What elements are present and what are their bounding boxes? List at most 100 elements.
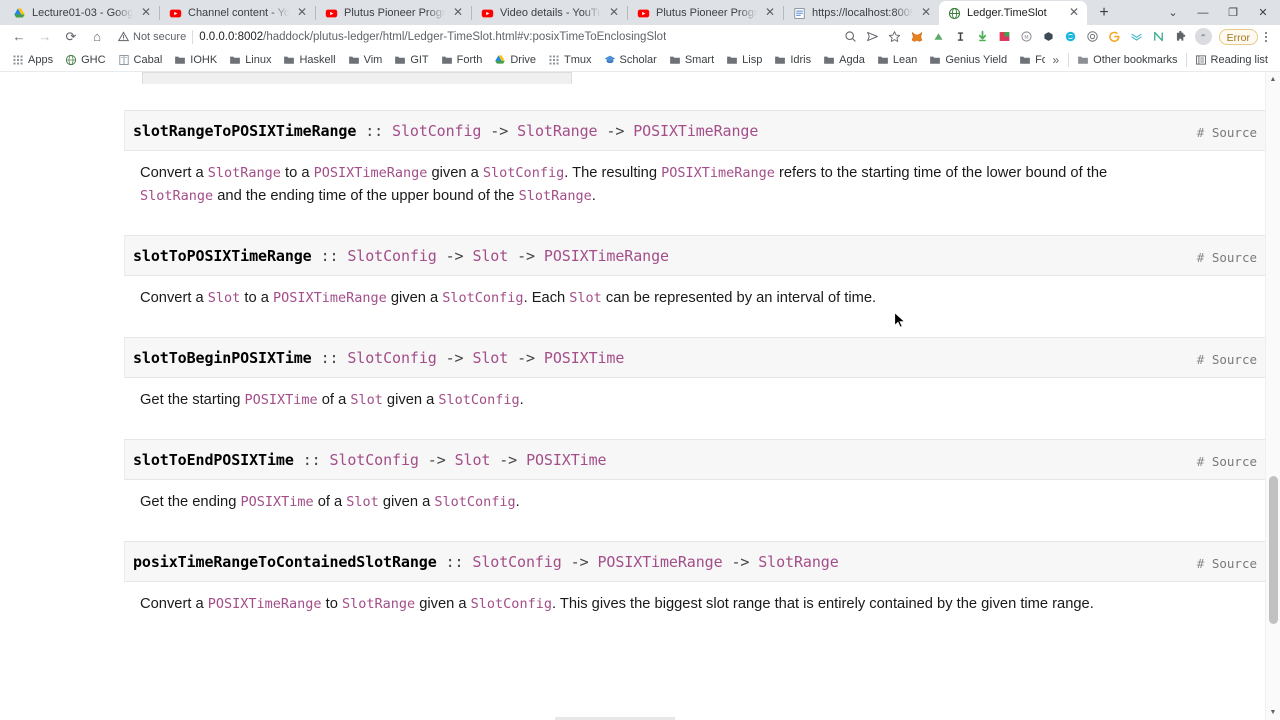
bookmark-item[interactable]: Lean xyxy=(871,52,923,68)
nami-icon[interactable] xyxy=(994,27,1016,47)
chrome-menu-button[interactable] xyxy=(1258,32,1274,42)
browser-tab[interactable]: Plutus Pioneer Program✕ xyxy=(628,1,783,25)
bookmark-item[interactable]: Tmux xyxy=(542,52,598,68)
type-link[interactable]: SlotConfig xyxy=(472,553,561,571)
inline-type-link[interactable]: SlotConfig xyxy=(442,290,523,306)
scroll-down-arrow[interactable]: ▼ xyxy=(1266,705,1280,720)
inline-type-link[interactable]: SlotRange xyxy=(208,165,281,181)
error-badge[interactable]: Error xyxy=(1219,29,1258,45)
tab-close-button[interactable]: ✕ xyxy=(763,6,777,20)
inline-type-link[interactable]: POSIXTime xyxy=(245,392,318,408)
type-link[interactable]: Slot xyxy=(455,451,491,469)
bookmark-item[interactable]: IOHK xyxy=(168,52,223,68)
browser-tab[interactable]: Plutus Pioneer Program✕ xyxy=(316,1,471,25)
extensions-puzzle-icon[interactable] xyxy=(1170,27,1192,47)
grammarly-icon[interactable] xyxy=(1104,27,1126,47)
source-link[interactable]: # Source xyxy=(1197,125,1257,141)
function-name[interactable]: slotToPOSIXTimeRange xyxy=(133,247,312,265)
inline-type-link[interactable]: SlotRange xyxy=(519,188,592,204)
new-tab-button[interactable]: + xyxy=(1091,1,1117,25)
address-bar[interactable]: Not secure 0.0.0.0:8002/haddock/plutus-l… xyxy=(114,28,840,46)
type-link[interactable]: SlotRange xyxy=(517,122,597,140)
type-link[interactable]: Slot xyxy=(472,247,508,265)
inline-type-link[interactable]: POSIXTimeRange xyxy=(661,165,775,181)
maximize-button[interactable]: ❐ xyxy=(1218,0,1248,25)
inline-type-link[interactable]: SlotConfig xyxy=(438,392,519,408)
inline-type-link[interactable]: Slot xyxy=(346,494,379,510)
eternl-wave-icon[interactable] xyxy=(1126,27,1148,47)
metamask-fox-icon[interactable] xyxy=(906,27,928,47)
type-link[interactable]: SlotConfig xyxy=(347,247,436,265)
nufi-icon[interactable] xyxy=(1148,27,1170,47)
tab-close-button[interactable]: ✕ xyxy=(139,6,153,20)
tab-search-button[interactable]: ⌄ xyxy=(1158,0,1188,25)
bookmark-item[interactable]: Drive xyxy=(488,52,542,68)
bookmark-item[interactable]: Lisp xyxy=(720,52,768,68)
browser-tab[interactable]: Video details - YouTube S✕ xyxy=(472,1,627,25)
gero-wallet-icon[interactable]: M xyxy=(1016,27,1038,47)
bookmark-item[interactable]: Forth xyxy=(435,52,489,68)
type-link[interactable]: Slot xyxy=(472,349,508,367)
source-link[interactable]: # Source xyxy=(1197,556,1257,572)
bookmark-item[interactable]: Smart xyxy=(663,52,720,68)
scrollbar-thumb[interactable] xyxy=(1269,476,1278,624)
reading-list-button[interactable]: Reading list xyxy=(1189,52,1274,68)
flint-icon[interactable] xyxy=(1038,27,1060,47)
source-link[interactable]: # Source xyxy=(1197,250,1257,266)
inline-type-link[interactable]: SlotRange xyxy=(140,188,213,204)
tab-close-button[interactable]: ✕ xyxy=(607,6,621,20)
anchor-hash-link[interactable]: # xyxy=(1197,454,1205,469)
browser-tab[interactable]: Channel content - YouTu✕ xyxy=(160,1,315,25)
type-link[interactable]: POSIXTimeRange xyxy=(633,122,758,140)
avatar[interactable]: ◓ xyxy=(1195,28,1212,45)
security-indicator[interactable]: Not secure xyxy=(118,30,193,44)
bookmark-item[interactable]: Apps xyxy=(6,52,59,68)
source-link[interactable]: # Source xyxy=(1197,454,1257,470)
eternl-icon[interactable] xyxy=(928,27,950,47)
browser-tab[interactable]: Ledger.TimeSlot✕ xyxy=(939,1,1087,25)
bookmark-item[interactable]: GHC xyxy=(59,52,111,68)
inline-type-link[interactable]: POSIXTimeRange xyxy=(314,165,428,181)
inline-type-link[interactable]: POSIXTimeRange xyxy=(273,290,387,306)
type-link[interactable]: POSIXTime xyxy=(544,349,624,367)
bookmark-item[interactable]: Forex xyxy=(1013,52,1045,68)
forward-button[interactable]: → xyxy=(32,26,58,48)
tab-close-button[interactable]: ✕ xyxy=(451,6,465,20)
back-button[interactable]: ← xyxy=(6,26,32,48)
anchor-hash-link[interactable]: # xyxy=(1197,250,1205,265)
bookmark-item[interactable]: Scholar xyxy=(598,52,663,68)
bookmark-star-icon[interactable] xyxy=(884,27,906,47)
function-name[interactable]: slotRangeToPOSIXTimeRange xyxy=(133,122,356,140)
inline-type-link[interactable]: Slot xyxy=(569,290,602,306)
bookmark-item[interactable]: Linux xyxy=(223,52,277,68)
tab-close-button[interactable]: ✕ xyxy=(919,6,933,20)
function-name[interactable]: posixTimeRangeToContainedSlotRange xyxy=(133,553,437,571)
inline-type-link[interactable]: POSIXTime xyxy=(240,494,313,510)
type-link[interactable]: SlotConfig xyxy=(330,451,419,469)
yoroi-icon[interactable] xyxy=(1082,27,1104,47)
reload-button[interactable]: ⟳ xyxy=(58,26,84,48)
bookmark-item[interactable]: Idris xyxy=(768,52,817,68)
anchor-hash-link[interactable]: # xyxy=(1197,352,1205,367)
typora-icon[interactable] xyxy=(950,27,972,47)
inline-type-link[interactable]: Slot xyxy=(208,290,241,306)
minimize-button[interactable]: — xyxy=(1188,0,1218,25)
function-name[interactable]: slotToEndPOSIXTime xyxy=(133,451,294,469)
bookmark-item[interactable]: Genius Yield xyxy=(923,52,1013,68)
type-link[interactable]: POSIXTimeRange xyxy=(597,553,722,571)
bookmark-item[interactable]: Agda xyxy=(817,52,871,68)
inline-type-link[interactable]: SlotConfig xyxy=(434,494,515,510)
bookmark-item[interactable]: Vim xyxy=(342,52,389,68)
type-link[interactable]: SlotRange xyxy=(758,553,838,571)
type-link[interactable]: SlotConfig xyxy=(392,122,481,140)
bookmark-item[interactable]: Cabal xyxy=(112,52,169,68)
zoom-icon[interactable] xyxy=(840,27,862,47)
tab-close-button[interactable]: ✕ xyxy=(295,6,309,20)
type-link[interactable]: SlotConfig xyxy=(347,349,436,367)
tab-close-button[interactable]: ✕ xyxy=(1067,6,1081,20)
anchor-hash-link[interactable]: # xyxy=(1197,556,1205,571)
inline-type-link[interactable]: SlotRange xyxy=(342,596,415,612)
function-name[interactable]: slotToBeginPOSIXTime xyxy=(133,349,312,367)
type-link[interactable]: POSIXTimeRange xyxy=(544,247,669,265)
other-bookmarks-button[interactable]: Other bookmarks xyxy=(1071,52,1183,68)
